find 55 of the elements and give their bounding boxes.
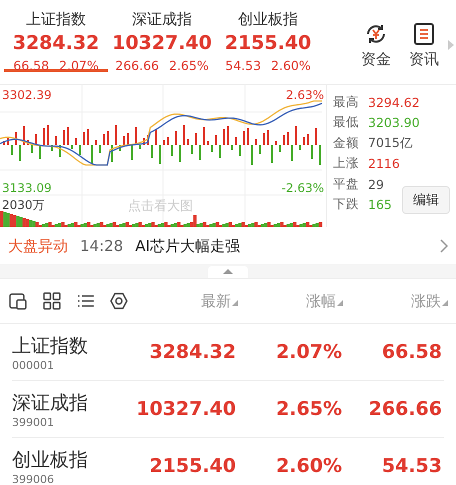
change-amount: 266.66 (368, 398, 442, 420)
change-percent: 2.65% (275, 398, 342, 420)
yuan-cycle-icon (364, 22, 388, 46)
caret-right-icon (448, 40, 454, 50)
stat-label: 金额 (333, 134, 359, 152)
index-row[interactable]: 深证成指 399001 10327.40 2.65% 266.66 (12, 381, 444, 438)
news-headline[interactable]: AI芯片大幅走强 (135, 236, 428, 256)
low-axis-label: 3133.09 (2, 181, 52, 195)
low-percent-label: -2.63% (282, 181, 324, 195)
sort-corner-icon (232, 300, 238, 306)
sort-corner-icon (442, 300, 448, 306)
index-tab[interactable]: 创业板指 2155.40 54.53 2.60% (216, 0, 320, 72)
stat-value: 165 (368, 197, 392, 212)
index-name: 深证成指 (12, 390, 89, 416)
news-tag: 大盘异动 (8, 236, 68, 256)
stat-label: 最低 (333, 114, 359, 132)
change-percent: 2.07% (275, 341, 342, 363)
sort-corner-icon (337, 300, 344, 306)
settings-icon[interactable] (109, 291, 130, 311)
edit-button[interactable]: 编辑 (402, 186, 450, 214)
latest-price: 10327.40 (136, 398, 236, 420)
change-amount: 54.53 (380, 455, 442, 477)
volume-label: 2030万 (2, 197, 45, 214)
chevron-right-icon[interactable] (440, 239, 448, 253)
funds-button[interactable]: 资金 (352, 22, 400, 69)
stat-value: 29 (368, 176, 384, 192)
news-button[interactable]: 资讯 (400, 22, 448, 69)
high-axis-label: 3302.39 (2, 88, 52, 102)
document-icon (413, 22, 435, 46)
index-row[interactable]: 上证指数 000001 3284.32 2.07% 66.58 (12, 324, 444, 381)
stat-value: 2116 (368, 156, 400, 172)
stat-label: 下跌 (333, 196, 359, 214)
index-row[interactable]: 创业板指 399006 2155.40 2.60% 54.53 (12, 438, 444, 485)
stat-value: 3203.90 (368, 115, 420, 130)
index-name: 创业板指 (12, 448, 89, 472)
collapse-handle-icon[interactable] (208, 264, 248, 278)
index-tab[interactable]: 深证成指 10327.40 266.66 2.65% (110, 0, 214, 72)
change-amount: 66.58 (380, 341, 442, 363)
index-code: 000001 (12, 358, 55, 372)
latest-price: 3284.32 (148, 341, 236, 363)
latest-price: 2155.40 (148, 455, 236, 477)
stat-label: 最高 (333, 94, 359, 111)
high-percent-label: 2.63% (286, 88, 324, 102)
change-percent: 2.60% (275, 455, 342, 477)
index-code: 399001 (12, 416, 55, 428)
news-time: 14:28 (80, 237, 124, 255)
grid-icon[interactable] (42, 291, 62, 311)
stat-value: 7015亿 (368, 134, 413, 152)
stat-label: 平盘 (333, 176, 359, 193)
stat-label: 上涨 (333, 155, 359, 172)
split-view-icon[interactable] (8, 291, 28, 311)
index-tab[interactable]: 上证指数 3284.32 66.58 2.07% (4, 0, 108, 72)
index-code: 399006 (12, 472, 55, 485)
stat-value: 3294.62 (368, 94, 420, 110)
index-name: 上证指数 (12, 334, 89, 358)
